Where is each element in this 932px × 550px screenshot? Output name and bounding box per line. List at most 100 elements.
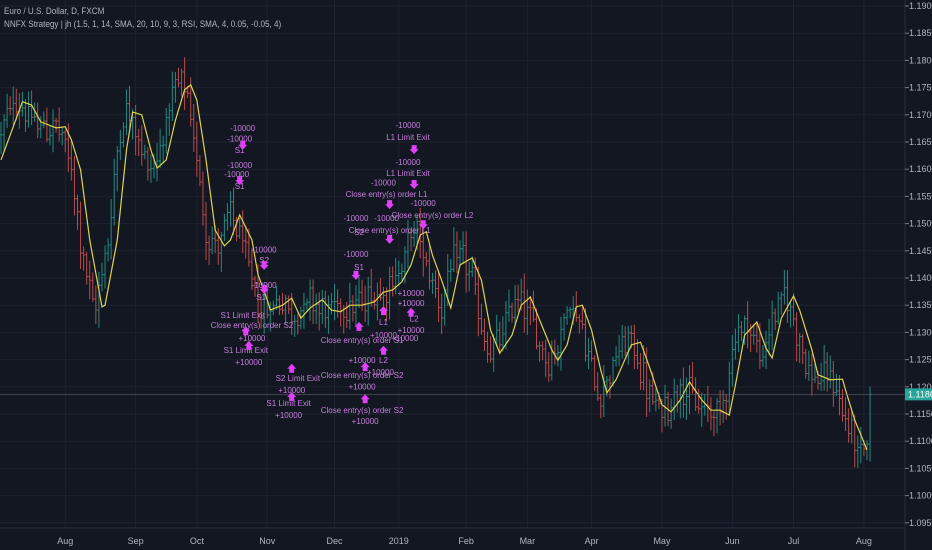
price-bar — [617, 334, 621, 367]
price-bar — [639, 353, 643, 390]
last-price-badge: 1.11861 — [905, 388, 932, 401]
price-bar — [623, 326, 627, 357]
price-bar — [146, 147, 150, 181]
strategy-label: Close entry(s) order S2 — [321, 371, 404, 380]
price-bar — [305, 298, 309, 311]
price-bar — [69, 139, 73, 181]
price-bar — [106, 238, 110, 262]
price-bar — [360, 279, 364, 312]
arrow-up-icon — [287, 363, 297, 373]
price-tick-label: 1.10000 — [909, 491, 932, 501]
price-bar — [192, 104, 196, 153]
price-tick-label: 1.10500 — [909, 463, 932, 473]
price-bar — [210, 226, 214, 255]
price-bar — [201, 171, 205, 226]
study-title[interactable]: NNFX Strategy | jh (1.5, 1, 14, SMA, 20,… — [4, 18, 281, 31]
price-bar — [489, 336, 493, 363]
strategy-label: +10000 — [398, 289, 425, 298]
price-bar — [795, 312, 799, 362]
price-tick-label: 1.09500 — [909, 518, 932, 528]
price-bar — [88, 260, 92, 300]
price-bar — [308, 279, 312, 321]
price-bar — [730, 334, 734, 387]
price-bar — [118, 129, 122, 161]
price-bar — [176, 67, 180, 88]
strategy-label: Close entry(s) order L2 — [392, 211, 474, 220]
strategy-label: Close entry(s) order L1 — [349, 226, 431, 235]
price-bar — [2, 114, 6, 152]
strategy-label: +10000 — [238, 334, 265, 343]
strategy-label: S1 Limit Exit — [266, 399, 311, 408]
strategy-label: +10000 — [235, 358, 262, 367]
arrow-down-icon — [385, 234, 395, 244]
price-bar — [170, 71, 174, 122]
price-bar — [721, 390, 725, 424]
price-bar — [724, 394, 728, 420]
price-bar — [538, 341, 542, 362]
price-bar — [424, 252, 428, 267]
price-bar — [718, 389, 722, 426]
price-bar — [458, 240, 462, 266]
price-tick-label: 1.13500 — [909, 300, 932, 310]
symbol-title[interactable]: Euro / U.S. Dollar, D, FXCM — [4, 5, 281, 18]
price-bar — [54, 117, 58, 133]
price-bar — [97, 271, 101, 328]
price-bar — [461, 231, 465, 264]
strategy-label: L2 — [379, 356, 388, 365]
price-tick-label: 1.14000 — [909, 273, 932, 283]
price-tick-label: 1.15000 — [909, 219, 932, 229]
price-bar — [825, 352, 829, 392]
price-bar — [675, 384, 679, 413]
price-bar — [161, 135, 165, 164]
price-bar — [834, 373, 838, 396]
strategy-label: -10000 — [396, 121, 421, 130]
price-bar — [225, 203, 229, 231]
strategy-label: S2 Limit Exit — [276, 374, 321, 383]
time-axis[interactable]: Aug Sep Oct Nov Dec 2019 Feb Mar Apr May Jun Jul Aug — [57, 536, 872, 546]
time-tick-label: May — [653, 536, 671, 546]
price-bar — [648, 379, 652, 413]
price-bar — [63, 129, 67, 153]
price-bar — [158, 128, 162, 169]
time-tick-label: Oct — [190, 536, 205, 546]
price-bar — [183, 57, 187, 111]
price-chart[interactable]: -10000-10000S1-10000-10000S1-10000S2-100… — [0, 0, 932, 550]
price-bar — [654, 387, 658, 412]
strategy-label: S1 Limit Exit — [224, 346, 269, 355]
price-tick-label: 1.16500 — [909, 137, 932, 147]
price-bar — [467, 262, 471, 292]
price-bar — [36, 102, 40, 139]
price-bar — [244, 226, 248, 259]
price-tick-label: 1.17000 — [909, 110, 932, 120]
price-bar — [103, 245, 107, 289]
strategy-label: Close entry(s) order S1 — [321, 336, 404, 345]
strategy-label: -10000 — [230, 124, 255, 133]
price-bar — [556, 345, 560, 367]
strategy-label: -10000 — [252, 246, 277, 255]
price-bar — [293, 314, 297, 337]
price-bar — [198, 155, 202, 187]
price-bar — [626, 326, 630, 365]
price-bar — [440, 293, 444, 335]
price-bar — [57, 107, 61, 142]
price-bar — [109, 199, 113, 260]
price-bar — [314, 293, 318, 325]
price-bar — [100, 262, 104, 292]
strategy-label: +10000 — [349, 382, 376, 391]
price-tick-label: 1.14500 — [909, 246, 932, 256]
price-bar — [336, 289, 340, 318]
price-bar — [740, 321, 744, 342]
price-bar — [333, 283, 337, 321]
strategy-label: -10000 — [371, 178, 396, 187]
last-price-label: 1.11861 — [908, 389, 932, 399]
price-bar — [85, 252, 89, 285]
price-tick-label: 1.15500 — [909, 191, 932, 201]
price-bar — [323, 290, 327, 329]
strategy-annotations: -10000-10000S1-10000-10000S1-10000S2-100… — [211, 121, 474, 426]
price-bar — [72, 155, 76, 216]
price-bar — [776, 291, 780, 325]
price-bar — [60, 126, 64, 146]
price-bar — [562, 313, 566, 341]
price-bar — [727, 361, 731, 415]
price-bar — [378, 278, 382, 302]
